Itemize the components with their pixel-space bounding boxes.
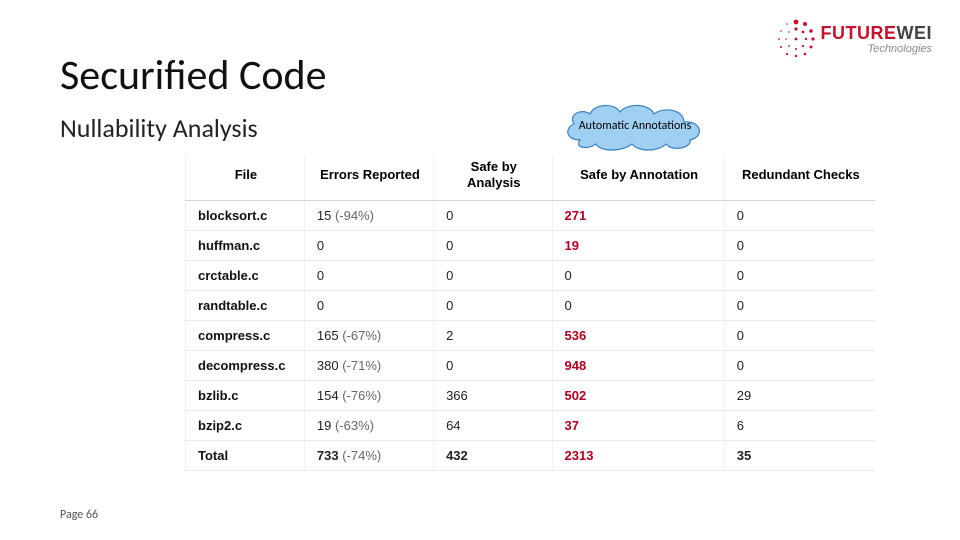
table-row: bzip2.c19 (-63%)64376 (186, 410, 876, 440)
table-row: huffman.c0 0190 (186, 230, 876, 260)
table-row: crctable.c0 000 (186, 260, 876, 290)
cell-safe-analysis: 0 (434, 260, 552, 290)
cell-file: huffman.c (186, 230, 305, 260)
cell-errors: 733 (-74%) (304, 440, 433, 470)
col-header-redundant: Redundant Checks (724, 155, 875, 200)
cell-safe-analysis: 432 (434, 440, 552, 470)
cell-errors: 165 (-67%) (304, 320, 433, 350)
cell-safe-analysis: 2 (434, 320, 552, 350)
swirl-icon (775, 18, 817, 60)
cell-redundant: 35 (724, 440, 875, 470)
cell-redundant: 29 (724, 380, 875, 410)
cell-errors: 0 (304, 290, 433, 320)
cell-safe-analysis: 0 (434, 200, 552, 230)
cell-safe-annotation: 271 (552, 200, 724, 230)
cell-file: blocksort.c (186, 200, 305, 230)
cell-errors: 0 (304, 260, 433, 290)
cell-redundant: 0 (724, 290, 875, 320)
cell-redundant: 0 (724, 320, 875, 350)
cell-safe-annotation: 948 (552, 350, 724, 380)
cell-safe-analysis: 64 (434, 410, 552, 440)
cell-errors: 19 (-63%) (304, 410, 433, 440)
logo-subtext: Technologies (821, 44, 933, 55)
cell-safe-annotation: 502 (552, 380, 724, 410)
cell-safe-analysis: 366 (434, 380, 552, 410)
cloud-label: Automatic Annotations (560, 100, 710, 152)
cell-errors: 0 (304, 230, 433, 260)
cell-file: Total (186, 440, 305, 470)
cell-safe-analysis: 0 (434, 290, 552, 320)
table-row: decompress.c380 (-71%)09480 (186, 350, 876, 380)
logo-word-future: FUTURE (821, 23, 897, 43)
cloud-callout: Automatic Annotations (560, 100, 710, 152)
cell-safe-annotation: 19 (552, 230, 724, 260)
cell-safe-annotation: 0 (552, 260, 724, 290)
cell-safe-annotation: 2313 (552, 440, 724, 470)
cell-redundant: 0 (724, 350, 875, 380)
cell-redundant: 0 (724, 260, 875, 290)
cell-errors: 15 (-94%) (304, 200, 433, 230)
table-row: randtable.c0 000 (186, 290, 876, 320)
table-row: bzlib.c154 (-76%)36650229 (186, 380, 876, 410)
results-table: File Errors Reported Safe by Analysis Sa… (185, 155, 875, 471)
company-logo: FUTUREWEI Technologies (775, 18, 933, 60)
col-header-file: File (186, 155, 305, 200)
table-total-row: Total733 (-74%)432231335 (186, 440, 876, 470)
cell-redundant: 6 (724, 410, 875, 440)
table-row: blocksort.c15 (-94%)02710 (186, 200, 876, 230)
cell-errors: 154 (-76%) (304, 380, 433, 410)
slide: FUTUREWEI Technologies Securified Code N… (0, 0, 960, 540)
cell-file: bzip2.c (186, 410, 305, 440)
table-header-row: File Errors Reported Safe by Analysis Sa… (186, 155, 876, 200)
cell-file: decompress.c (186, 350, 305, 380)
cell-file: bzlib.c (186, 380, 305, 410)
table-body: blocksort.c15 (-94%)02710huffman.c0 0190… (186, 200, 876, 470)
cell-file: compress.c (186, 320, 305, 350)
table-row: compress.c165 (-67%)25360 (186, 320, 876, 350)
cell-errors: 380 (-71%) (304, 350, 433, 380)
cell-safe-analysis: 0 (434, 230, 552, 260)
slide-subtitle: Nullability Analysis (60, 112, 258, 144)
logo-word-wei: WEI (897, 23, 933, 43)
cell-redundant: 0 (724, 200, 875, 230)
col-header-safe-annotation: Safe by Annotation (552, 155, 724, 200)
cell-safe-annotation: 536 (552, 320, 724, 350)
cell-safe-annotation: 0 (552, 290, 724, 320)
col-header-safe-analysis: Safe by Analysis (434, 155, 552, 200)
cell-file: crctable.c (186, 260, 305, 290)
col-header-errors: Errors Reported (304, 155, 433, 200)
cell-file: randtable.c (186, 290, 305, 320)
page-number: Page 66 (60, 508, 98, 522)
cell-safe-analysis: 0 (434, 350, 552, 380)
slide-title: Securified Code (60, 50, 327, 101)
logo-text: FUTUREWEI Technologies (821, 24, 933, 55)
cell-redundant: 0 (724, 230, 875, 260)
cell-safe-annotation: 37 (552, 410, 724, 440)
